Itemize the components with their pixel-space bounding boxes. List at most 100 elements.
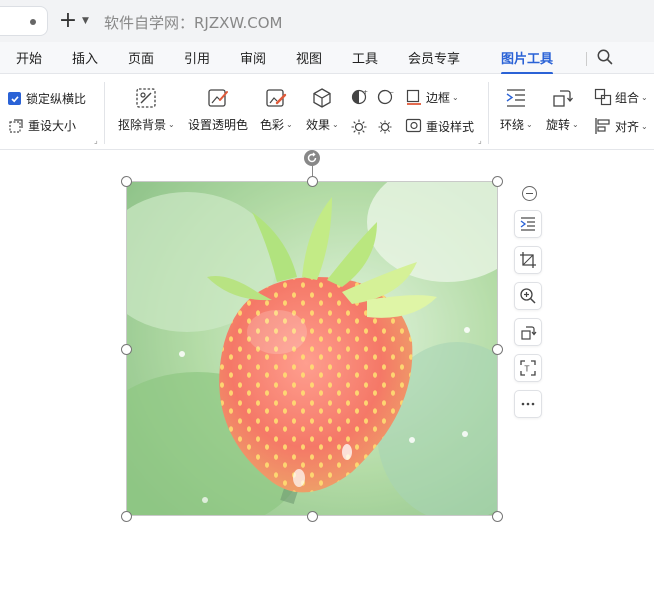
more-tool[interactable]: [514, 390, 542, 418]
reset-style-button[interactable]: 重设样式: [405, 117, 474, 135]
plus-icon: +: [58, 8, 78, 33]
caret-down-icon: ⌄: [641, 92, 648, 102]
resize-icon: [9, 118, 23, 133]
color-icon: [266, 89, 287, 107]
contrast-decrease-icon[interactable]: −: [376, 88, 394, 106]
resize-handle-bottom[interactable]: [307, 511, 318, 522]
svg-text:−: −: [389, 89, 394, 96]
set-transparent-color-label: 设置透明色: [188, 118, 249, 132]
transparent-color-icon: [208, 89, 228, 107]
menu-page[interactable]: 页面: [128, 48, 154, 67]
rotate-icon: [521, 326, 537, 340]
more-icon: [521, 402, 535, 406]
checkbox-checked-icon: [8, 92, 21, 105]
menu-view[interactable]: 视图: [296, 48, 322, 67]
document-canvas[interactable]: T: [0, 150, 654, 591]
border-button[interactable]: 边框 ⌄: [405, 88, 459, 106]
align-button[interactable]: 对齐 ⌄: [594, 117, 648, 135]
menu-bar: 开始 插入 页面 引用 审阅 视图 工具 会员专享 图片工具: [0, 42, 654, 75]
resize-handle-top-left[interactable]: [121, 176, 132, 187]
strawberry-image: [127, 182, 497, 515]
remove-background-label: 抠除背景: [118, 118, 167, 132]
caret-down-icon: ⌄: [526, 120, 533, 129]
app-window: + ▼ 软件自学网：RJZXW.COM 开始 插入 页面 引用 审阅 视图 工具…: [0, 0, 654, 591]
chevron-down-icon: ▼: [82, 16, 89, 26]
align-label: 对齐: [615, 119, 640, 134]
tab-strip: + ▼ 软件自学网：RJZXW.COM: [0, 0, 654, 42]
color-label: 色彩: [260, 118, 285, 132]
lock-ratio-checkbox[interactable]: 锁定纵横比: [8, 90, 86, 107]
site-title: 软件自学网：RJZXW.COM: [104, 14, 283, 32]
svg-text:+: +: [363, 89, 368, 96]
rotate-label: 旋转: [546, 118, 571, 132]
layout-wrap-tool[interactable]: [514, 210, 542, 238]
remove-background-icon: [136, 88, 157, 108]
set-transparent-color-button[interactable]: 设置透明色: [188, 86, 248, 133]
crop-tool[interactable]: [514, 246, 542, 274]
document-tab[interactable]: [0, 6, 48, 36]
remove-background-button[interactable]: 抠除背景 ⌄: [118, 86, 175, 133]
caret-down-icon: ⌄: [452, 92, 459, 102]
resize-handle-bottom-left[interactable]: [121, 511, 132, 522]
ribbon-separator: [104, 82, 105, 144]
align-left-icon: [595, 118, 610, 134]
layout-wrap-icon: [520, 217, 535, 231]
contrast-increase-icon[interactable]: +: [350, 88, 368, 106]
tab-dot-icon: [30, 19, 36, 25]
resize-button[interactable]: 重设大小: [8, 117, 76, 134]
caret-down-icon: ⌄: [286, 120, 293, 129]
zoom-in-icon: [520, 288, 536, 304]
ocr-scan-tool[interactable]: T: [514, 354, 542, 382]
brightness-increase-icon[interactable]: [350, 118, 368, 136]
resize-handle-top[interactable]: [307, 176, 318, 187]
dialog-launcher-icon[interactable]: ⌟: [94, 136, 98, 145]
effects-cube-icon: [313, 88, 332, 108]
lock-ratio-label: 锁定纵横比: [26, 92, 87, 106]
reset-style-label: 重设样式: [426, 119, 475, 134]
menu-member[interactable]: 会员专享: [408, 48, 460, 67]
new-tab-button[interactable]: + ▼: [58, 8, 98, 34]
ocr-scan-icon: T: [520, 360, 536, 376]
zoom-in-tool[interactable]: [514, 282, 542, 310]
strawberry-picture[interactable]: [126, 181, 498, 516]
rotate-icon: [553, 90, 574, 107]
resize-handle-top-right[interactable]: [492, 176, 503, 187]
reset-style-icon: [405, 118, 422, 133]
group-button[interactable]: 组合 ⌄: [594, 88, 648, 106]
color-button[interactable]: 色彩 ⌄: [260, 86, 293, 133]
menu-insert[interactable]: 插入: [72, 48, 98, 67]
effects-button[interactable]: 效果 ⌄: [306, 86, 339, 133]
ribbon-separator: [488, 82, 489, 144]
crop-icon: [520, 252, 536, 268]
collapse-tools-icon[interactable]: [522, 186, 537, 201]
svg-text:T: T: [524, 365, 530, 374]
menu-review[interactable]: 审阅: [240, 48, 266, 67]
menu-tools[interactable]: 工具: [352, 48, 378, 67]
border-icon: [406, 89, 421, 105]
group-label: 组合: [615, 90, 640, 105]
border-label: 边框: [426, 90, 451, 105]
resize-handle-bottom-right[interactable]: [492, 511, 503, 522]
caret-down-icon: ⌄: [332, 120, 339, 129]
resize-label: 重设大小: [28, 119, 77, 133]
wrap-text-button[interactable]: 环绕 ⌄: [500, 86, 533, 133]
caret-down-icon: ⌄: [572, 120, 579, 129]
dialog-launcher-icon[interactable]: ⌟: [478, 136, 482, 145]
menu-picture-tools[interactable]: 图片工具: [501, 48, 554, 75]
menu-reference[interactable]: 引用: [184, 48, 210, 67]
resize-handle-left[interactable]: [121, 344, 132, 355]
resize-handle-right[interactable]: [492, 344, 503, 355]
brightness-decrease-icon[interactable]: [376, 118, 394, 136]
caret-down-icon: ⌄: [641, 121, 648, 131]
group-icon: [594, 88, 612, 106]
menu-separator: [586, 52, 587, 66]
menu-home[interactable]: 开始: [16, 48, 42, 67]
ribbon-toolbar: 锁定纵横比 重设大小 ⌟ 抠除背景 ⌄ 设置透明色 色彩 ⌄ 效果 ⌄ + − …: [0, 74, 654, 150]
search-icon[interactable]: [596, 48, 614, 66]
rotate-tool[interactable]: [514, 318, 542, 346]
caret-down-icon: ⌄: [168, 120, 175, 129]
wrap-text-label: 环绕: [500, 118, 525, 132]
rotate-button[interactable]: 旋转 ⌄: [546, 86, 579, 133]
effects-label: 效果: [306, 118, 331, 132]
wrap-text-icon: [506, 89, 526, 107]
